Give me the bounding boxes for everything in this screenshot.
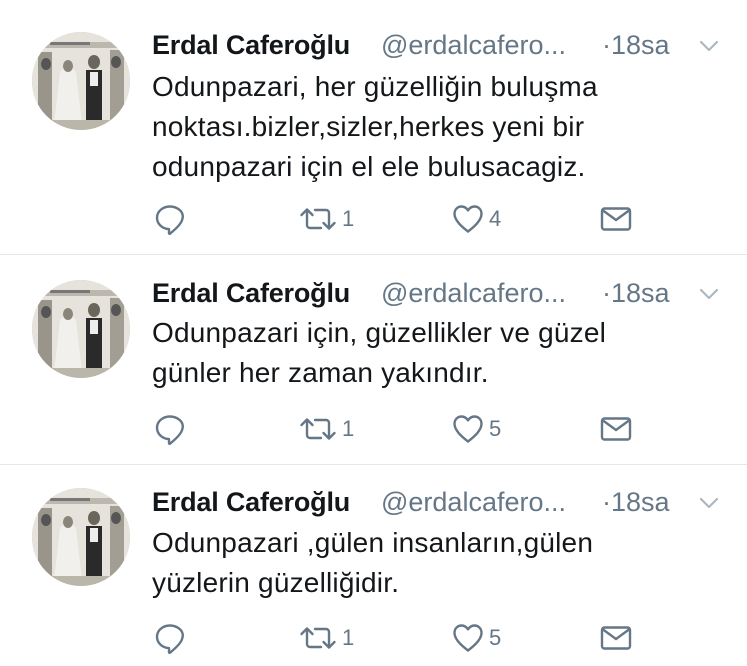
reply-button[interactable] [153, 412, 187, 446]
envelope-icon [599, 202, 633, 236]
chevron-down-icon[interactable] [697, 34, 721, 58]
like-count: 5 [489, 625, 502, 650]
direct-message-button[interactable] [599, 621, 633, 655]
reply-icon [153, 621, 187, 655]
chevron-down-icon[interactable] [697, 491, 721, 515]
retweet-button[interactable]: 1 [298, 202, 354, 236]
like-button[interactable]: 5 [451, 412, 501, 446]
retweet-count: 1 [342, 206, 355, 231]
heart-icon [451, 412, 485, 446]
tweet-text: Odunpazari için, güzellikler ve güzel gü… [152, 317, 607, 388]
timestamp[interactable]: ·18sa [602, 278, 670, 309]
direct-message-button[interactable] [599, 412, 633, 446]
retweet-button[interactable]: 1 [298, 621, 354, 655]
retweet-icon [298, 412, 338, 446]
author-handle[interactable]: @erdalcafero... [381, 487, 566, 518]
tweet[interactable]: Erdal Caferoğlu @erdalcafero... ·18sa Od… [0, 464, 747, 666]
tweet-text: Odunpazari, her güzelliğin buluşma nokta… [152, 71, 598, 182]
author-name[interactable]: Erdal Caferoğlu [152, 30, 350, 61]
tweet-header: Erdal Caferoğlu @erdalcafero... ·18sa [152, 487, 722, 521]
tweet-header: Erdal Caferoğlu @erdalcafero... ·18sa [152, 30, 722, 64]
like-button[interactable]: 4 [451, 202, 501, 236]
avatar[interactable] [32, 32, 130, 130]
tweet-text: Odunpazari ,gülen insanların,gülen yüzle… [152, 527, 594, 598]
retweet-icon [298, 621, 338, 655]
retweet-icon [298, 202, 338, 236]
reply-icon [153, 202, 187, 236]
timestamp[interactable]: ·18sa [602, 487, 670, 518]
retweet-button[interactable]: 1 [298, 412, 354, 446]
tweet[interactable]: Erdal Caferoğlu @erdalcafero... ·18sa Od… [0, 0, 747, 254]
reply-button[interactable] [153, 621, 187, 655]
like-button[interactable]: 5 [451, 621, 501, 655]
heart-icon [451, 621, 485, 655]
author-name[interactable]: Erdal Caferoğlu [152, 487, 350, 518]
author-name[interactable]: Erdal Caferoğlu [152, 278, 350, 309]
direct-message-button[interactable] [599, 202, 633, 236]
like-count: 5 [489, 416, 502, 441]
envelope-icon [599, 621, 633, 655]
tweet-timeline: Erdal Caferoğlu @erdalcafero... ·18sa Od… [0, 0, 747, 666]
tweet-header: Erdal Caferoğlu @erdalcafero... ·18sa [152, 278, 722, 312]
reply-button[interactable] [153, 202, 187, 236]
envelope-icon [599, 412, 633, 446]
avatar[interactable] [32, 488, 130, 586]
retweet-count: 1 [342, 625, 355, 650]
like-count: 4 [489, 206, 502, 231]
author-handle[interactable]: @erdalcafero... [381, 30, 566, 61]
reply-icon [153, 412, 187, 446]
author-handle[interactable]: @erdalcafero... [381, 278, 566, 309]
timestamp[interactable]: ·18sa [602, 30, 670, 61]
avatar[interactable] [32, 280, 130, 378]
chevron-down-icon[interactable] [697, 282, 721, 306]
tweet[interactable]: Erdal Caferoğlu @erdalcafero... ·18sa Od… [0, 254, 747, 464]
retweet-count: 1 [342, 416, 355, 441]
heart-icon [451, 202, 485, 236]
